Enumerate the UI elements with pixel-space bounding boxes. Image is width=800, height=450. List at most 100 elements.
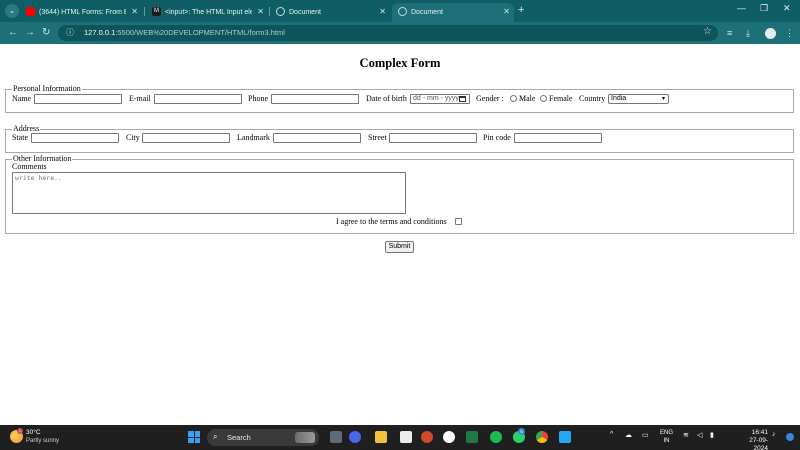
vscode-icon[interactable] bbox=[559, 431, 571, 443]
battery-status-icon[interactable]: ▮ bbox=[710, 431, 714, 439]
url-path: :5500/WEB%20DEVELOPMENT/HTML/form3.html bbox=[115, 28, 285, 37]
email-label: E-mail bbox=[129, 94, 151, 103]
email-input[interactable] bbox=[154, 94, 242, 104]
tab-title: <input>: The HTML Input elem bbox=[165, 9, 252, 16]
close-tab-icon[interactable]: ✕ bbox=[379, 3, 386, 20]
tab-document-active[interactable]: Document ✕ bbox=[392, 3, 514, 22]
windows-start-icon[interactable] bbox=[188, 431, 200, 443]
mdn-icon: M bbox=[152, 7, 161, 16]
close-window-icon[interactable]: ✕ bbox=[783, 3, 791, 14]
country-selected-value: India bbox=[611, 95, 627, 102]
media-player-icon[interactable] bbox=[443, 431, 455, 443]
female-label: Female bbox=[549, 94, 573, 103]
tray-overflow-icon[interactable]: ^ bbox=[610, 431, 613, 438]
globe-icon bbox=[398, 7, 407, 16]
youtube-icon bbox=[26, 7, 35, 16]
profile-avatar[interactable] bbox=[765, 28, 776, 39]
onedrive-cloud-icon[interactable]: ☁ bbox=[625, 431, 632, 439]
female-radio[interactable] bbox=[540, 95, 547, 102]
comments-label: Comments bbox=[12, 162, 47, 171]
calendar-icon[interactable] bbox=[459, 96, 466, 102]
browser-toolbar: ← → ↻ ⓘ 127.0.0.1:5500/WEB%20DEVELOPMENT… bbox=[0, 22, 800, 44]
landmark-input[interactable] bbox=[273, 133, 361, 143]
fieldset-legend: Personal Information bbox=[13, 84, 81, 93]
region-code: IN bbox=[663, 438, 670, 444]
address-bar[interactable]: ⓘ 127.0.0.1:5500/WEB%20DEVELOPMENT/HTML/… bbox=[58, 25, 718, 41]
dob-placeholder: dd - mm - yyyy bbox=[413, 95, 459, 102]
male-radio[interactable] bbox=[510, 95, 517, 102]
maximize-icon[interactable]: ❐ bbox=[760, 3, 768, 14]
landmark-label: Landmark bbox=[237, 133, 270, 142]
weather-alert-badge: 1 bbox=[17, 428, 23, 434]
state-input[interactable] bbox=[31, 133, 119, 143]
powerpoint-icon[interactable] bbox=[421, 431, 433, 443]
reload-icon[interactable]: ↻ bbox=[42, 26, 50, 39]
windows-taskbar: 1 30°C Partly sunny ⌕ Search 5 ^ ☁ ▭ ENG… bbox=[0, 425, 800, 450]
task-view-icon[interactable] bbox=[330, 431, 342, 443]
volume-icon[interactable]: ◁ bbox=[697, 431, 702, 439]
comments-textarea[interactable] bbox=[12, 172, 406, 214]
pincode-input[interactable] bbox=[514, 133, 602, 143]
browser-tab-bar: ⌄ (3644) HTML Forms: From Begi ✕ M <inpu… bbox=[0, 0, 800, 22]
name-label: Name bbox=[12, 94, 32, 103]
media-control-icon[interactable]: ≡ bbox=[727, 27, 732, 39]
notification-bell-icon[interactable]: ♪ bbox=[772, 431, 776, 438]
country-select[interactable]: India ▾ bbox=[608, 94, 669, 104]
chevron-down-icon: ▾ bbox=[661, 96, 665, 102]
pincode-label: Pin code bbox=[483, 133, 511, 142]
excel-icon[interactable] bbox=[466, 431, 478, 443]
dob-label: Date of birth bbox=[366, 94, 407, 103]
copilot-icon[interactable] bbox=[786, 433, 794, 441]
minimize-icon[interactable]: — bbox=[737, 3, 746, 13]
submit-button[interactable]: Submit bbox=[385, 241, 414, 253]
fieldset-legend: Address bbox=[13, 124, 40, 133]
state-label: State bbox=[12, 133, 28, 142]
page-content: Complex Form Personal Information Name E… bbox=[0, 44, 800, 425]
phone-label: Phone bbox=[248, 94, 268, 103]
city-input[interactable] bbox=[142, 133, 230, 143]
close-tab-icon[interactable]: ✕ bbox=[257, 3, 264, 20]
bookmark-star-icon[interactable]: ☆ bbox=[703, 26, 712, 37]
tab-document[interactable]: Document ✕ bbox=[270, 3, 390, 22]
street-label: Street bbox=[368, 133, 387, 142]
system-clock[interactable]: 16:41 27-09-2024 bbox=[736, 429, 768, 450]
site-info-icon[interactable]: ⓘ bbox=[66, 28, 76, 38]
street-input[interactable] bbox=[389, 133, 477, 143]
close-tab-icon[interactable]: ✕ bbox=[503, 3, 510, 20]
file-explorer-icon[interactable] bbox=[375, 431, 387, 443]
spotify-icon[interactable] bbox=[490, 431, 502, 443]
tab-youtube[interactable]: (3644) HTML Forms: From Begi ✕ bbox=[20, 3, 142, 22]
zoom-icon[interactable] bbox=[349, 431, 361, 443]
language-indicator[interactable]: ENG IN bbox=[660, 429, 673, 445]
dob-input[interactable]: dd - mm - yyyy bbox=[410, 94, 470, 104]
terms-checkbox[interactable] bbox=[455, 218, 462, 225]
new-tab-button[interactable]: + bbox=[518, 4, 524, 16]
battery-icon[interactable]: ▭ bbox=[642, 431, 649, 439]
menu-kebab-icon[interactable]: ⋮ bbox=[785, 27, 794, 39]
notepad-icon[interactable] bbox=[400, 431, 412, 443]
page-title: Complex Form bbox=[359, 56, 441, 70]
taskbar-search[interactable]: ⌕ Search bbox=[207, 429, 319, 446]
address-url: 127.0.0.1:5500/WEB%20DEVELOPMENT/HTML/fo… bbox=[84, 27, 285, 39]
tab-mdn[interactable]: M <input>: The HTML Input elem ✕ bbox=[146, 3, 268, 22]
globe-icon bbox=[276, 7, 285, 16]
wifi-icon[interactable]: ≋ bbox=[683, 431, 689, 439]
chrome-icon[interactable] bbox=[536, 431, 548, 443]
back-icon[interactable]: ← bbox=[8, 26, 18, 39]
clock-time: 16:41 bbox=[751, 429, 768, 436]
country-label: Country bbox=[579, 94, 606, 103]
language-code: ENG bbox=[660, 430, 674, 436]
close-tab-icon[interactable]: ✕ bbox=[131, 3, 138, 20]
whatsapp-badge: 5 bbox=[518, 428, 525, 435]
terms-label: I agree to the terms and conditions bbox=[336, 217, 447, 226]
phone-input[interactable] bbox=[271, 94, 359, 104]
name-input[interactable] bbox=[34, 94, 122, 104]
male-label: Male bbox=[519, 94, 536, 103]
download-icon[interactable]: ⤓ bbox=[746, 27, 750, 39]
weather-description: Partly sunny bbox=[26, 438, 60, 444]
tab-title: Document bbox=[289, 9, 321, 16]
search-icon: ⌕ bbox=[213, 432, 218, 441]
weather-temperature: 30°C bbox=[26, 429, 41, 436]
forward-icon[interactable]: → bbox=[25, 26, 35, 39]
tab-search-button[interactable]: ⌄ bbox=[5, 4, 19, 18]
